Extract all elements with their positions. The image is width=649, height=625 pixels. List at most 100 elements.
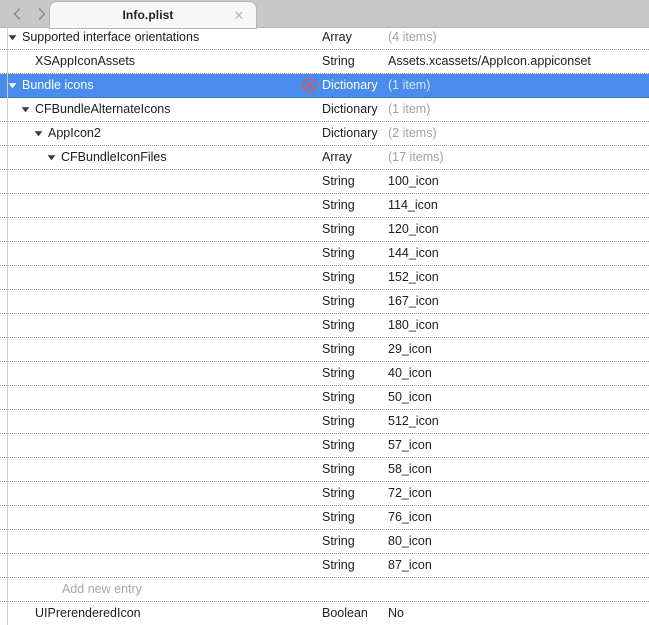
table-row[interactable]: Supported interface orientations Array (4 … <box>0 28 649 50</box>
row-key[interactable]: AppIcon2 <box>48 122 338 145</box>
row-key[interactable] <box>74 170 364 193</box>
table-row[interactable]: UIPrerenderedIcon Boolean No <box>0 602 649 625</box>
row-type[interactable]: String <box>322 434 384 457</box>
chevron-down-icon[interactable] <box>8 28 17 49</box>
row-value[interactable]: No <box>388 602 643 625</box>
row-type[interactable]: String <box>322 218 384 241</box>
table-row[interactable]: String 180_icon <box>0 314 649 338</box>
table-row[interactable]: XSAppIconAssets String Assets.xcassets/App… <box>0 50 649 74</box>
row-type[interactable]: Dictionary <box>322 74 384 97</box>
forward-button[interactable] <box>30 2 52 26</box>
row-type[interactable]: String <box>322 506 384 529</box>
row-value[interactable]: 57_icon <box>388 434 643 457</box>
row-key[interactable] <box>74 410 364 433</box>
row-value[interactable]: 512_icon <box>388 410 643 433</box>
row-value[interactable] <box>388 578 643 601</box>
table-row[interactable]: String 58_icon <box>0 458 649 482</box>
table-row[interactable]: String 167_icon <box>0 290 649 314</box>
row-value[interactable]: (4 items) <box>388 28 643 49</box>
row-value[interactable]: 144_icon <box>388 242 643 265</box>
table-row-selected[interactable]: Bundle icons Dictionary (1 item) <box>0 74 649 98</box>
row-type[interactable]: String <box>322 266 384 289</box>
row-value[interactable]: 40_icon <box>388 362 643 385</box>
row-key[interactable]: XSAppIconAssets <box>35 50 325 73</box>
row-key[interactable] <box>74 482 364 505</box>
row-key[interactable] <box>74 434 364 457</box>
row-type[interactable]: String <box>322 338 384 361</box>
row-type[interactable]: String <box>322 554 384 577</box>
table-row[interactable]: String 29_icon <box>0 338 649 362</box>
row-key[interactable]: UIPrerenderedIcon <box>35 602 325 625</box>
chevron-down-icon[interactable] <box>47 146 56 169</box>
row-key[interactable] <box>74 218 364 241</box>
row-value[interactable]: (1 item) <box>388 98 643 121</box>
row-value[interactable]: 29_icon <box>388 338 643 361</box>
chevron-down-icon[interactable] <box>21 98 30 121</box>
row-key[interactable] <box>74 458 364 481</box>
table-row[interactable]: String 57_icon <box>0 434 649 458</box>
error-circle-x-icon[interactable] <box>302 78 317 93</box>
add-new-entry-placeholder[interactable]: Add new entry <box>62 578 352 601</box>
row-key[interactable] <box>74 554 364 577</box>
row-type[interactable]: String <box>322 362 384 385</box>
row-value[interactable]: 50_icon <box>388 386 643 409</box>
row-key[interactable]: Supported interface orientations <box>22 28 312 49</box>
row-value[interactable]: 152_icon <box>388 266 643 289</box>
table-row[interactable]: String 120_icon <box>0 218 649 242</box>
row-key[interactable] <box>74 386 364 409</box>
chevron-down-icon[interactable] <box>8 74 17 97</box>
table-row[interactable]: String 114_icon <box>0 194 649 218</box>
table-row[interactable]: String 40_icon <box>0 362 649 386</box>
row-key[interactable] <box>74 194 364 217</box>
row-value[interactable]: 167_icon <box>388 290 643 313</box>
row-type[interactable]: String <box>322 50 384 73</box>
row-type[interactable]: String <box>322 194 384 217</box>
row-type[interactable]: String <box>322 482 384 505</box>
row-type[interactable]: String <box>322 170 384 193</box>
row-key[interactable]: CFBundleAlternateIcons <box>35 98 325 121</box>
close-icon[interactable]: ✕ <box>232 8 246 22</box>
row-type[interactable]: String <box>322 242 384 265</box>
row-value[interactable]: (2 items) <box>388 122 643 145</box>
table-row[interactable]: String 76_icon <box>0 506 649 530</box>
table-row[interactable]: String 152_icon <box>0 266 649 290</box>
row-key[interactable]: Bundle icons <box>22 74 312 97</box>
tab-info-plist[interactable]: Info.plist ✕ <box>50 2 256 28</box>
row-type[interactable]: String <box>322 530 384 553</box>
row-key[interactable] <box>74 290 364 313</box>
row-value[interactable]: (1 item) <box>388 74 643 97</box>
row-key[interactable] <box>74 506 364 529</box>
table-row[interactable]: String 72_icon <box>0 482 649 506</box>
table-row[interactable]: String 100_icon <box>0 170 649 194</box>
table-row[interactable]: Add new entry <box>0 578 649 602</box>
row-type[interactable]: String <box>322 458 384 481</box>
row-value[interactable]: (17 items) <box>388 146 643 169</box>
row-value[interactable]: 120_icon <box>388 218 643 241</box>
row-key[interactable] <box>74 338 364 361</box>
row-type[interactable]: Dictionary <box>322 122 384 145</box>
row-value[interactable]: 80_icon <box>388 530 643 553</box>
row-key[interactable] <box>74 314 364 337</box>
row-value[interactable]: 180_icon <box>388 314 643 337</box>
chevron-down-icon[interactable] <box>34 122 43 145</box>
row-key[interactable]: CFBundleIconFiles <box>61 146 351 169</box>
row-type[interactable]: Dictionary <box>322 98 384 121</box>
row-type[interactable]: Array <box>322 146 384 169</box>
row-value[interactable]: Assets.xcassets/AppIcon.appiconset <box>388 50 643 73</box>
table-row[interactable]: CFBundleAlternateIcons Dictionary (1 item) <box>0 98 649 122</box>
row-type[interactable]: String <box>322 386 384 409</box>
table-row[interactable]: String 512_icon <box>0 410 649 434</box>
table-row[interactable]: String 87_icon <box>0 554 649 578</box>
table-row[interactable]: String 80_icon <box>0 530 649 554</box>
row-type[interactable]: String <box>322 290 384 313</box>
row-key[interactable] <box>74 242 364 265</box>
row-type[interactable] <box>322 578 384 601</box>
row-type[interactable]: String <box>322 314 384 337</box>
table-row[interactable]: String 144_icon <box>0 242 649 266</box>
row-key[interactable] <box>74 530 364 553</box>
row-type[interactable]: Array <box>322 28 384 49</box>
row-value[interactable]: 87_icon <box>388 554 643 577</box>
row-key[interactable] <box>74 266 364 289</box>
row-value[interactable]: 100_icon <box>388 170 643 193</box>
row-key[interactable] <box>74 362 364 385</box>
